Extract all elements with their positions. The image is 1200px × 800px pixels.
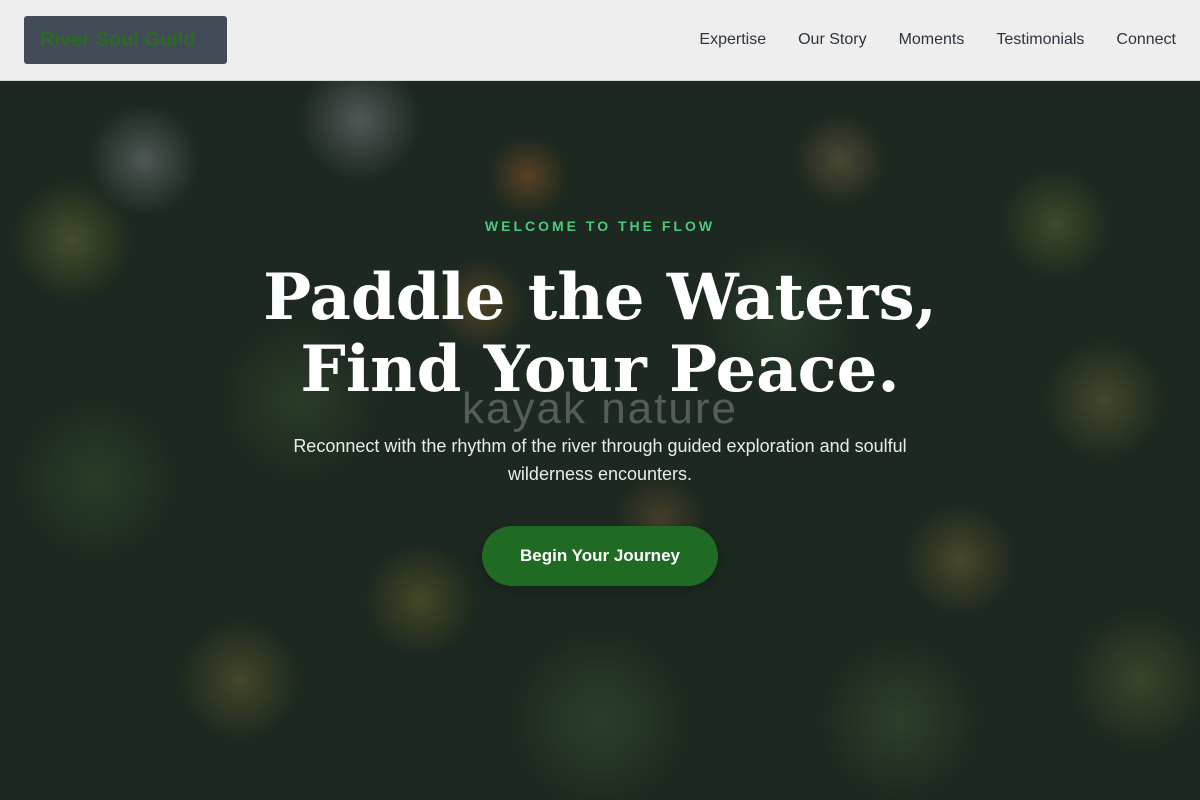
hero-section: WELCOME TO THE FLOW kayak nature Paddle …: [0, 0, 1200, 800]
hero-headline-line-1: Paddle the Waters,: [263, 260, 937, 335]
nav-link-expertise[interactable]: Expertise: [699, 31, 766, 49]
site-header: River Soul Guild Expertise Our Story Mom…: [0, 0, 1200, 81]
nav-link-testimonials[interactable]: Testimonials: [996, 31, 1084, 49]
hero-headline: Paddle the Waters, Find Your Peace.: [0, 262, 1200, 406]
begin-journey-button[interactable]: Begin Your Journey: [482, 526, 718, 586]
main-nav: Expertise Our Story Moments Testimonials…: [699, 31, 1176, 49]
hero-subtitle: Reconnect with the rhythm of the river t…: [293, 436, 907, 484]
nav-link-our-story[interactable]: Our Story: [798, 31, 866, 49]
hero-eyebrow: WELCOME TO THE FLOW: [484, 218, 716, 234]
nav-link-connect[interactable]: Connect: [1116, 31, 1176, 49]
logo-link[interactable]: River Soul Guild: [24, 16, 227, 64]
nav-link-moments[interactable]: Moments: [899, 31, 965, 49]
hero-headline-line-2: Find Your Peace.: [300, 332, 900, 407]
